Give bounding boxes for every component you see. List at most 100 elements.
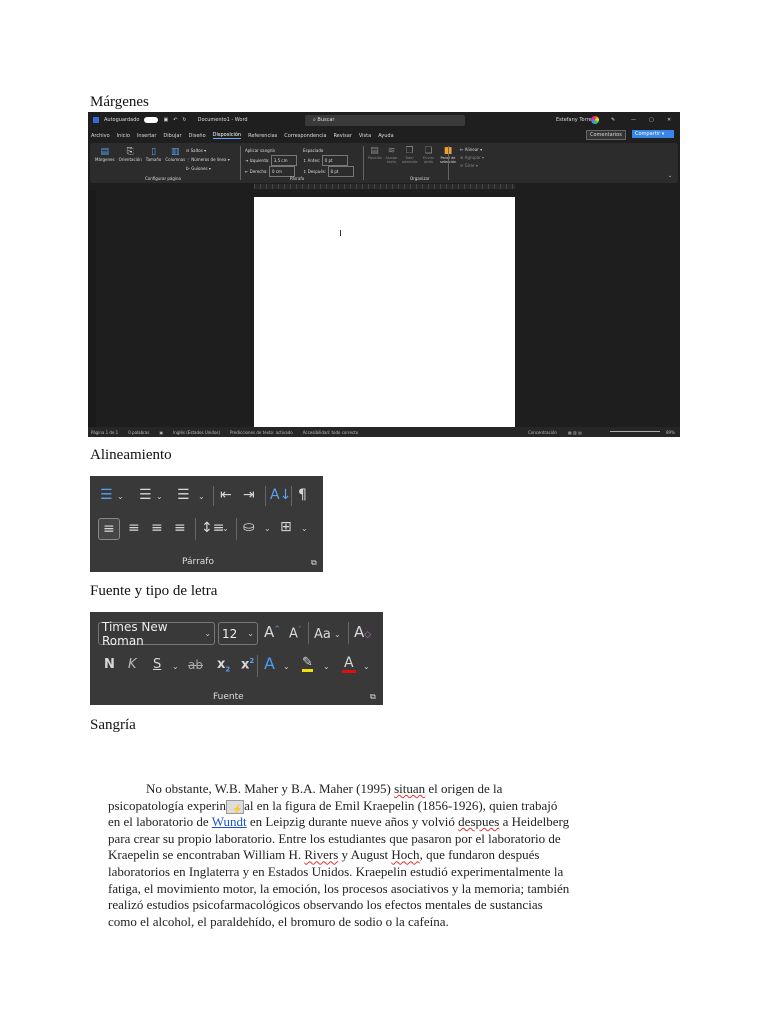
status-language[interactable]: Inglés (Estados Unidos) bbox=[173, 430, 220, 435]
numbering-icon[interactable]: ☰ bbox=[139, 488, 152, 502]
user-name[interactable]: Estefany Torres bbox=[556, 117, 594, 123]
dialog-launcher-icon[interactable]: ⧉ bbox=[311, 559, 317, 567]
strikethrough-icon[interactable]: ab bbox=[188, 659, 203, 671]
bring-forward-button[interactable]: ❐ Traer adelante bbox=[402, 146, 417, 170]
misspelled-word[interactable]: Hoch bbox=[391, 847, 419, 862]
multilevel-list-icon[interactable]: ☰ bbox=[177, 488, 190, 502]
chevron-down-icon[interactable]: ⌄ bbox=[301, 525, 308, 533]
font-name-select[interactable]: Times New Roman ⌄ bbox=[98, 620, 215, 648]
tab-insertar[interactable]: Insertar bbox=[137, 133, 156, 139]
chevron-down-icon[interactable]: ⌄ bbox=[264, 525, 271, 533]
rotate-button[interactable]: ⟳ Girar ▾ bbox=[460, 162, 484, 170]
superscript-icon[interactable]: x2 bbox=[241, 658, 254, 672]
highlight-icon[interactable]: ✎ bbox=[302, 656, 313, 672]
minimize-icon[interactable]: — bbox=[631, 117, 636, 123]
bold-button[interactable]: N bbox=[104, 658, 115, 671]
hyphenation-button[interactable]: b- Guiones ▾ bbox=[186, 164, 230, 173]
chevron-down-icon[interactable]: ⌄ bbox=[283, 663, 290, 671]
pen-icon[interactable]: ✎ bbox=[611, 117, 615, 123]
search-input[interactable]: ⌕ Buscar bbox=[305, 115, 465, 126]
shrink-font-icon[interactable]: Aˇ bbox=[289, 627, 301, 641]
underline-button[interactable]: S bbox=[153, 658, 161, 671]
align-center-icon[interactable]: ≡ bbox=[128, 521, 140, 535]
status-page[interactable]: Página 1 de 1 bbox=[91, 430, 118, 435]
misspelled-word[interactable]: situan bbox=[394, 781, 425, 796]
sort-icon[interactable]: A↓ bbox=[270, 488, 291, 502]
increase-indent-icon[interactable]: ⇥ bbox=[243, 488, 255, 502]
misspelled-word[interactable]: Rivers bbox=[304, 847, 338, 862]
redo-icon[interactable]: ↻ bbox=[182, 117, 186, 123]
line-numbers-button[interactable]: ⋮ Números de línea ▾ bbox=[186, 155, 230, 164]
line-spacing-icon[interactable]: ↕≡ bbox=[201, 521, 224, 535]
dialog-launcher-icon[interactable]: ⧉ bbox=[370, 693, 376, 701]
tab-ayuda[interactable]: Ayuda bbox=[378, 133, 393, 139]
status-accessibility[interactable]: Accesibilidad: todo correcto bbox=[303, 430, 358, 435]
status-predictions[interactable]: Predicciones de texto: activado bbox=[230, 430, 293, 435]
orientation-button[interactable]: ⎘ Orientación bbox=[119, 147, 142, 162]
tab-disposicion[interactable]: Disposición bbox=[212, 132, 242, 139]
text-effects-icon[interactable]: A bbox=[264, 656, 275, 672]
zoom-slider[interactable] bbox=[610, 431, 660, 432]
font-color-icon[interactable]: A bbox=[342, 656, 356, 673]
size-button[interactable]: ▯ Tamaño bbox=[146, 147, 162, 162]
shading-icon[interactable]: ⛀ bbox=[243, 520, 255, 534]
subscript-icon[interactable]: x2 bbox=[217, 658, 230, 674]
spacing-before-input[interactable]: 0 pt bbox=[321, 155, 348, 166]
chevron-down-icon[interactable]: ⌄ bbox=[363, 663, 370, 671]
chevron-down-icon[interactable]: ⌄ bbox=[198, 493, 205, 501]
ruler[interactable] bbox=[88, 183, 680, 190]
comments-button[interactable]: Comentarios bbox=[586, 130, 626, 140]
tab-referencias[interactable]: Referencias bbox=[248, 133, 277, 139]
autosave-toggle[interactable] bbox=[144, 117, 159, 123]
close-icon[interactable]: ✕ bbox=[667, 117, 671, 123]
misspelled-word[interactable]: despues bbox=[458, 814, 499, 829]
view-icons[interactable]: ▦ ▥ ▤ bbox=[568, 430, 582, 435]
tab-dibujar[interactable]: Dibujar bbox=[163, 133, 181, 139]
focus-button[interactable]: Concentración bbox=[528, 430, 557, 435]
align-button[interactable]: ⊨ Alinear ▾ bbox=[460, 146, 484, 154]
proofing-icon[interactable]: ▣ bbox=[159, 430, 163, 435]
margins-button[interactable]: ▤ Márgenes bbox=[95, 147, 115, 162]
font-size-select[interactable]: 12 ⌄ bbox=[218, 622, 258, 645]
chevron-down-icon[interactable]: ⌄ bbox=[222, 525, 229, 533]
share-button[interactable]: Compartir ▾ bbox=[632, 130, 674, 138]
chevron-down-icon[interactable]: ⌄ bbox=[156, 493, 163, 501]
decrease-indent-icon[interactable]: ⇤ bbox=[220, 488, 232, 502]
position-button[interactable]: ▤ Posición bbox=[368, 146, 382, 170]
tab-archivo[interactable]: Archivo bbox=[91, 133, 110, 139]
grow-font-icon[interactable]: A^ bbox=[264, 625, 280, 640]
tab-diseno[interactable]: Diseño bbox=[189, 133, 206, 139]
status-words[interactable]: 0 palabras bbox=[128, 430, 149, 435]
tab-correspondencia[interactable]: Correspondencia bbox=[284, 133, 326, 139]
collapse-ribbon-icon[interactable]: ⌄ bbox=[668, 173, 672, 179]
columns-button[interactable]: ▥ Columnas bbox=[165, 147, 185, 162]
zoom-level[interactable]: 89% bbox=[666, 430, 675, 435]
chevron-down-icon[interactable]: ⌄ bbox=[334, 631, 341, 639]
spacing-after-input[interactable]: 8 pt bbox=[327, 166, 354, 177]
paste-options-icon[interactable]: ⚡ bbox=[226, 799, 245, 814]
wundt-link[interactable]: Wundt bbox=[212, 814, 247, 829]
justify-icon[interactable]: ≡ bbox=[174, 521, 186, 535]
italic-button[interactable]: K bbox=[128, 658, 137, 671]
bullets-icon[interactable]: ☰ bbox=[100, 488, 113, 502]
chevron-down-icon[interactable]: ⌄ bbox=[172, 663, 179, 671]
document-page[interactable] bbox=[254, 197, 515, 427]
align-right-icon[interactable]: ≡ bbox=[151, 521, 163, 535]
wrap-text-button[interactable]: ≋ Ajustar texto bbox=[385, 146, 398, 170]
restore-icon[interactable]: ▢ bbox=[649, 117, 654, 123]
chevron-down-icon[interactable]: ⌄ bbox=[117, 493, 124, 501]
tab-vista[interactable]: Vista bbox=[359, 133, 371, 139]
save-icon[interactable]: ▣ bbox=[163, 117, 168, 123]
chevron-down-icon[interactable]: ⌄ bbox=[323, 663, 330, 671]
undo-icon[interactable]: ↶ bbox=[173, 117, 177, 123]
pilcrow-icon[interactable]: ¶ bbox=[298, 488, 307, 502]
breaks-button[interactable]: ⊟ Saltos ▾ bbox=[186, 146, 230, 155]
group-button[interactable]: ⊞ Agrupar ▾ bbox=[460, 154, 484, 162]
avatar[interactable] bbox=[591, 116, 599, 124]
borders-icon[interactable]: ⊞ bbox=[280, 520, 292, 534]
send-backward-button[interactable]: ❏ Enviar atrás bbox=[421, 146, 436, 170]
change-case-icon[interactable]: Aa bbox=[314, 628, 331, 641]
tab-revisar[interactable]: Revisar bbox=[333, 133, 351, 139]
tab-inicio[interactable]: Inicio bbox=[117, 133, 130, 139]
align-left-icon[interactable]: ≡ bbox=[98, 518, 120, 540]
